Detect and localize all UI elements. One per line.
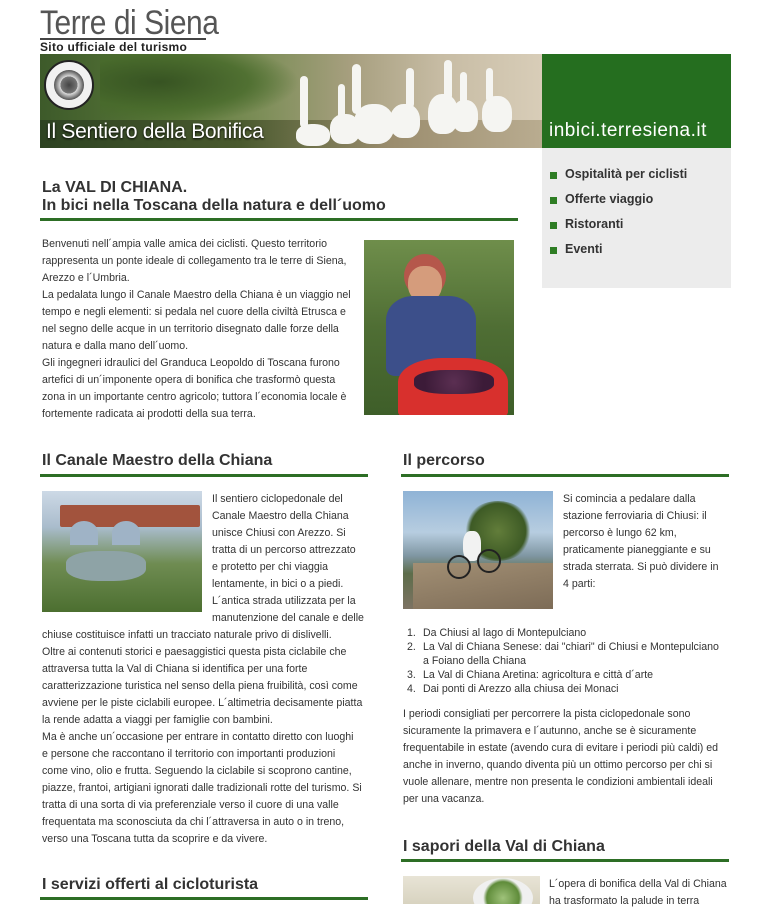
intro-text: Benvenuti nell´ampia valle amica dei cic… [42,238,351,420]
menu-item-eventi[interactable]: Eventi [565,242,603,256]
list-item: 4. Dai ponti di Arezzo alla chiusa dei M… [407,683,619,695]
intro-title-line1: La VAL DI CHIANA. [42,179,188,196]
menu-item-offerte[interactable]: Offerte viaggio [565,192,653,206]
section-divider [401,859,729,862]
section-divider [40,218,518,221]
servizi-title: I servizi offerti al cicloturista [42,876,259,893]
food-photo [403,876,540,904]
list-item: 1. Da Chiusi al lago di Montepulciano [407,627,587,639]
sapori-intro-text: L´opera di bonifica della Val di Chiana … [549,878,727,907]
section-divider [40,474,368,477]
menu-bullet-icon [550,172,557,179]
percorso-body-text: I periodi consigliati per percorrere la … [403,708,719,805]
percorso-intro-text: Si comincia a pedalare dalla stazione fe… [563,493,719,590]
list-item: 2. La Val di Chiana Senese: dai "chiari"… [407,641,719,667]
canale-intro-text: Il sentiero ciclopedonale del Canale Mae… [212,493,364,624]
percorso-route-list: 1. Da Chiusi al lago di Montepulciano 2.… [407,626,719,696]
cyclist-photo [403,491,553,609]
menu-bullet-icon [550,247,557,254]
intro-title-line2: In bici nella Toscana della natura e del… [42,197,386,214]
section-divider [401,474,729,477]
banner-title: Il Sentiero della Bonifica [46,120,264,143]
site-url-text[interactable]: inbici.terresiena.it [549,120,707,142]
menu-item-ristoranti[interactable]: Ristoranti [565,217,623,231]
siena-seal-icon [44,60,94,110]
header-banner-image: Il Sentiero della Bonifica [40,54,542,148]
woman-harvest-photo [364,240,514,415]
canale-body-text: chiuse costituisce infatti un tracciato … [42,629,363,845]
section-divider [40,897,368,900]
list-item: 3. La Val di Chiana Aretina: agricoltura… [407,669,654,681]
sapori-title: I sapori della Val di Chiana [403,838,605,855]
site-logo-subtitle: Sito ufficiale del turismo [40,40,188,54]
canal-bridge-photo [42,491,202,612]
canale-title: Il Canale Maestro della Chiana [42,452,273,469]
site-logo-title[interactable]: Terre di Siena [40,4,219,42]
percorso-title: Il percorso [403,452,485,469]
menu-bullet-icon [550,197,557,204]
menu-bullet-icon [550,222,557,229]
menu-item-ospitalita[interactable]: Ospitalità per ciclisti [565,167,687,181]
